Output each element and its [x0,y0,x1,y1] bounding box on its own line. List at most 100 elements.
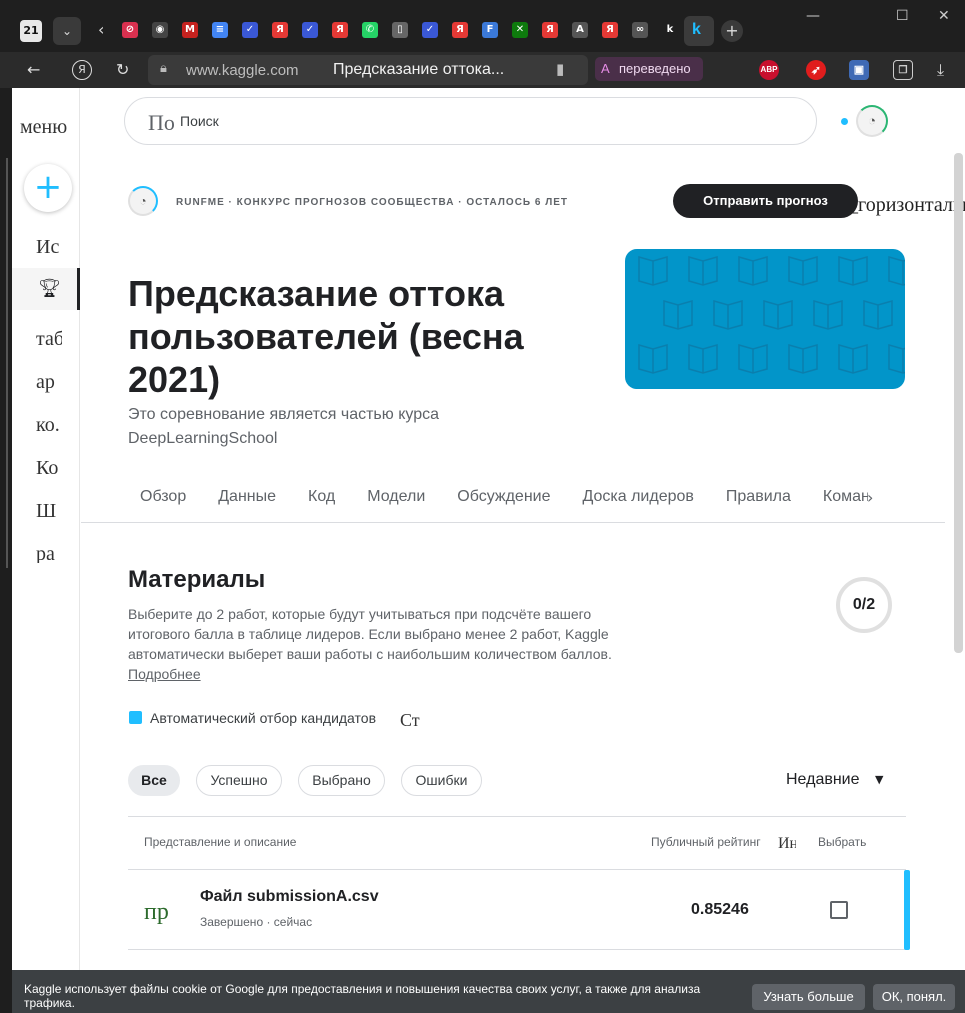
tab-favicon-icon[interactable]: Я [452,22,468,38]
cookie-learn-more-button[interactable]: Узнать больше [752,984,865,1010]
host-avatar[interactable]: ◔ [128,186,158,216]
auto-select-label: Автоматический отбор кандидатов [150,710,377,726]
submission-status: Завершено · сейчас [200,915,313,929]
url-field[interactable]: 🔒︎ www.kaggle.com Предсказание оттока...… [148,55,588,85]
cookie-ok-button[interactable]: ОК, понял. [873,984,955,1010]
tab-favicon-icon[interactable]: ▯ [392,22,408,38]
new-tab-button[interactable]: + [721,20,743,42]
header-serif-text: Ин [778,835,796,852]
nav-item-0[interactable]: Ис [36,236,62,259]
tab-rules[interactable]: Правила [726,488,791,506]
filter-success[interactable]: Успешно [196,765,282,796]
close-window-icon[interactable]: ✕ [938,8,950,24]
translate-icon: A [601,61,610,76]
create-button[interactable]: + [24,164,72,212]
tab-favicon-icon[interactable]: ✓ [302,22,318,38]
tab-overview[interactable]: Обзор [140,488,186,506]
screenshot-extension-icon[interactable]: ▣ [849,60,869,80]
tab-favicon-icon[interactable]: ✆ [362,22,378,38]
tab-favicon-icon[interactable]: ⊘ [122,22,138,38]
maximize-icon[interactable]: ☐ [896,8,909,24]
nav-item-4[interactable]: Ко [36,457,62,480]
active-indicator [77,268,80,310]
search-serif-placeholder: По [148,110,174,135]
reload-icon[interactable]: ↻ [116,60,129,79]
back-tab-arrow-icon[interactable]: ‹ [98,20,104,39]
competition-tabs: Обзор Данные Код Модели Обсуждение Доска лиде… [128,488,868,512]
bookmark-icon[interactable]: ▮ [556,60,564,78]
rocket-extension-icon[interactable]: ➶ [806,60,826,80]
table-row[interactable]: пр Файл submissionA.csv Завершено · сейч… [128,870,906,950]
nav-item-6[interactable]: ра [36,543,62,563]
back-arrow-icon[interactable]: ← [27,60,40,79]
submission-title[interactable]: Файл submissionA.csv [200,888,379,906]
browser-side-strip [0,88,12,1013]
search-input[interactable]: По Поиск [124,97,817,145]
tab-active-kaggle[interactable]: k [684,16,714,46]
submission-select-checkbox[interactable] [830,901,848,919]
left-navigation: меню + Ис 🏆︎ таб ар ко. Ко Ш ра [12,88,80,1013]
cookie-text: Kaggle использует файлы cookie от Google… [24,982,701,1010]
translated-badge[interactable]: A переведено [595,57,703,81]
tab-count-badge[interactable]: 21 [20,20,42,42]
filter-errors[interactable]: Ошибки [401,765,482,796]
tab-team[interactable]: Команда [823,488,868,506]
tab-favicon-icon[interactable]: ✕ [512,22,528,38]
tab-discussion[interactable]: Обсуждение [457,488,550,506]
tab-favicon-icon[interactable]: Я [602,22,618,38]
header-public-score[interactable]: Публичный рейтинг [651,835,761,849]
cookie-banner: Kaggle использует файлы cookie от Google… [12,970,965,1013]
tab-favicon-icon[interactable]: k [662,22,678,38]
sort-caret-icon[interactable]: ▼ [875,773,883,786]
tab-favicon-icon[interactable]: Я [542,22,558,38]
avatar-icon: ◔ [868,113,876,128]
tab-list-chevron-icon[interactable]: ⌄ [53,17,81,45]
trophy-icon: 🏆︎ [38,278,61,299]
learn-more-link[interactable]: Подробнее [128,666,201,682]
nav-item-1[interactable]: таб [36,328,62,351]
submission-score: 0.85246 [691,901,749,918]
minimize-icon[interactable]: — [806,8,820,24]
tab-favicon-icon[interactable]: Я [272,22,288,38]
sort-dropdown[interactable]: Недавние [786,771,860,789]
tab-favicon-icon[interactable]: Я [332,22,348,38]
nav-item-competitions[interactable]: 🏆︎ [12,268,80,310]
filter-selected[interactable]: Выбрано [298,765,385,796]
tab-leaderboard[interactable]: Доска лидеров [582,488,693,506]
tab-favicon-icon[interactable]: ≡ [212,22,228,38]
tab-data[interactable]: Данные [218,488,276,506]
tab-models[interactable]: Модели [367,488,425,506]
download-icon[interactable]: ⤓ [937,60,944,80]
scrollbar-thumb[interactable] [954,153,963,653]
nav-item-5[interactable]: Ш [36,500,62,523]
user-avatar[interactable]: ◔ [856,105,888,137]
tabs-scroll-chevron-icon[interactable]: › [867,488,873,507]
abp-extension-icon[interactable]: ABP [759,60,779,80]
tab-favicon-icon[interactable]: ✓ [242,22,258,38]
tab-code[interactable]: Код [308,488,335,506]
header-submission: Представление и описание [144,835,297,849]
submit-prediction-button[interactable]: Отправить прогноз [673,184,858,218]
row-highlight-bar [904,870,910,950]
tab-favicon-icon[interactable]: ✓ [422,22,438,38]
tab-favicon-icon[interactable]: A [572,22,588,38]
yandex-icon[interactable]: Я [72,60,92,80]
plus-icon: + [33,167,63,207]
collections-icon[interactable]: ❐ [893,60,913,80]
horizontal-label: _горизонтально [848,194,965,216]
nav-item-2[interactable]: ар [36,371,62,394]
tab-favicon-icon[interactable]: M [182,22,198,38]
tab-favicon-icon[interactable]: F [482,22,498,38]
competition-subtitle: Это соревнование является частью курса D… [128,406,439,447]
auto-select-serif-text: Ст [400,710,420,730]
auto-select-checkbox[interactable] [129,711,142,724]
tab-favicon-icon[interactable]: ◉ [152,22,168,38]
materials-heading: Материалы [128,566,266,593]
nav-item-3[interactable]: ко. [36,414,62,437]
tab-favicon-icon[interactable]: ∞ [632,22,648,38]
menu-label[interactable]: меню [20,116,80,139]
lock-icon: 🔒︎ [160,61,167,76]
browser-tab-bar: 21 ⌄ ‹ ⊘ ◉ M ≡ ✓ Я ✓ Я ✆ ▯ ✓ Я F ✕ Я A Я ∞ k k + — ☐ ✕ [0,0,965,52]
tabs-divider [81,522,945,523]
filter-all[interactable]: Все [128,765,180,796]
